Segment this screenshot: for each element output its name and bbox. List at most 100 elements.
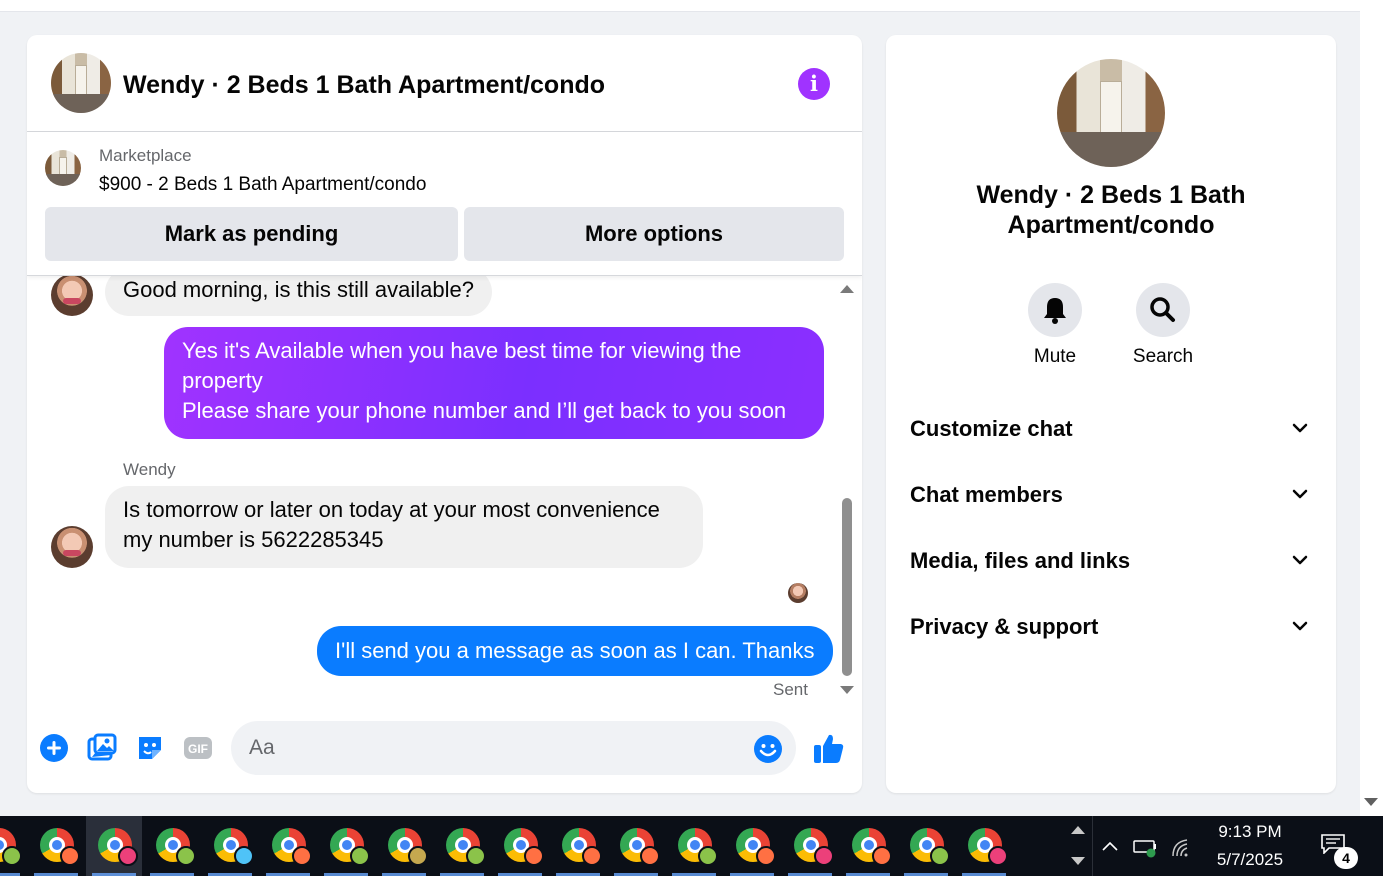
message-line: Please share your phone number and I’ll … xyxy=(182,398,787,423)
message-line: my number is 5622285345 xyxy=(123,527,384,552)
profile-badge-icon xyxy=(2,846,22,866)
section-label: Chat members xyxy=(910,482,1063,507)
search-button[interactable] xyxy=(1136,283,1190,337)
chevron-down-icon xyxy=(1292,621,1308,631)
profile-title[interactable]: Wendy · 2 Beds 1 Bath Apartment/condo xyxy=(926,180,1296,240)
chevron-down-icon xyxy=(1292,555,1308,565)
browser-top-edge xyxy=(0,0,1360,12)
profile-badge-icon xyxy=(640,846,660,866)
profile-badge-icon xyxy=(814,846,834,866)
taskbar-chrome-window[interactable] xyxy=(898,816,954,876)
mute-label: Mute xyxy=(1033,346,1077,367)
conversation-title[interactable]: Wendy · 2 Beds 1 Bath Apartment/condo xyxy=(123,71,605,100)
profile-badge-icon xyxy=(466,846,486,866)
taskbar-chrome-window[interactable] xyxy=(0,816,26,876)
page-scroll-down-arrow[interactable] xyxy=(1364,798,1378,806)
more-options-button[interactable]: More options xyxy=(464,207,844,261)
sender-name: Wendy xyxy=(123,460,176,479)
profile-badge-icon xyxy=(60,846,80,866)
profile-badge-icon xyxy=(524,846,544,866)
wifi-icon[interactable] xyxy=(1171,836,1195,858)
conversation-info-panel: Wendy · 2 Beds 1 Bath Apartment/condo Mu… xyxy=(886,35,1336,793)
taskbar-chrome-window[interactable] xyxy=(202,816,258,876)
profile-badge-icon xyxy=(292,846,312,866)
taskbar-scroll-up[interactable] xyxy=(1071,826,1085,834)
taskbar-chrome-window[interactable] xyxy=(434,816,490,876)
image-icon[interactable] xyxy=(87,733,117,763)
info-icon[interactable]: i xyxy=(798,68,830,100)
gif-icon[interactable]: GIF xyxy=(183,733,213,763)
sticker-icon[interactable] xyxy=(135,733,165,763)
chevron-down-icon xyxy=(1292,489,1308,499)
marketplace-label: Marketplace xyxy=(99,146,192,165)
listing-thumbnail[interactable] xyxy=(45,150,81,186)
media-files-links-section[interactable]: Media, files and links xyxy=(910,538,1314,582)
outgoing-message[interactable]: Yes it's Available when you have best ti… xyxy=(164,327,824,439)
profile-avatar[interactable] xyxy=(1057,59,1165,167)
taskbar-chrome-window[interactable] xyxy=(956,816,1012,876)
taskbar-chrome-window[interactable] xyxy=(608,816,664,876)
wendy-avatar[interactable] xyxy=(51,276,93,316)
taskbar-chrome-window[interactable] xyxy=(492,816,548,876)
taskbar-chrome-window[interactable] xyxy=(840,816,896,876)
listing-title[interactable]: $900 - 2 Beds 1 Bath Apartment/condo xyxy=(99,174,426,196)
emoji-icon[interactable] xyxy=(753,734,783,764)
taskbar-chrome-window[interactable] xyxy=(376,816,432,876)
taskbar-chrome-window[interactable] xyxy=(86,816,142,876)
clock-time[interactable]: 9:13 PM xyxy=(1202,822,1298,842)
thumbs-up-icon[interactable] xyxy=(812,731,846,765)
marketplace-banner: Marketplace $900 - 2 Beds 1 Bath Apartme… xyxy=(27,132,862,276)
chat-scrollbar-thumb[interactable] xyxy=(842,498,852,676)
chat-members-section[interactable]: Chat members xyxy=(910,472,1314,516)
chat-scroll-up-arrow[interactable] xyxy=(840,285,854,293)
profile-badge-icon xyxy=(582,846,602,866)
taskbar-chrome-window[interactable] xyxy=(144,816,200,876)
clock-date[interactable]: 5/7/2025 xyxy=(1202,850,1298,870)
seen-receipt-avatar xyxy=(788,583,808,603)
message-status: Sent xyxy=(773,680,808,699)
taskbar-chrome-window[interactable] xyxy=(28,816,84,876)
taskbar-scroll-down[interactable] xyxy=(1071,857,1085,865)
message-line: Yes it's Available when you have best ti… xyxy=(182,338,742,393)
taskbar-chrome-window[interactable] xyxy=(666,816,722,876)
profile-badge-icon xyxy=(176,846,196,866)
plus-circle-icon[interactable] xyxy=(39,733,69,763)
search-icon xyxy=(1150,297,1175,322)
profile-badge-icon xyxy=(698,846,718,866)
message-line: Is tomorrow or later on today at your mo… xyxy=(123,497,660,522)
customize-chat-section[interactable]: Customize chat xyxy=(910,406,1314,450)
svg-text:GIF: GIF xyxy=(188,742,208,756)
section-label: Media, files and links xyxy=(910,548,1131,573)
message-input[interactable] xyxy=(231,721,796,775)
taskbar-chrome-window[interactable] xyxy=(724,816,780,876)
message-list[interactable]: Good morning, is this still available? Y… xyxy=(27,276,862,702)
privacy-support-section[interactable]: Privacy & support xyxy=(910,604,1314,648)
profile-badge-icon xyxy=(408,846,428,866)
profile-badge-icon xyxy=(930,846,950,866)
message-composer: GIF xyxy=(27,715,862,785)
taskbar-chrome-window[interactable] xyxy=(318,816,374,876)
incoming-message[interactable]: Is tomorrow or later on today at your mo… xyxy=(105,486,703,568)
taskbar-chrome-window[interactable] xyxy=(260,816,316,876)
conversation-avatar[interactable] xyxy=(51,53,111,113)
profile-badge-icon xyxy=(118,846,138,866)
taskbar-chrome-window[interactable] xyxy=(782,816,838,876)
outgoing-message[interactable]: I'll send you a message as soon as I can… xyxy=(317,626,833,676)
taskbar-chrome-window[interactable] xyxy=(550,816,606,876)
page-scrollbar[interactable] xyxy=(1360,0,1383,816)
profile-badge-icon xyxy=(350,846,370,866)
wendy-avatar[interactable] xyxy=(51,526,93,568)
chat-header: Wendy · 2 Beds 1 Bath Apartment/condo i xyxy=(27,35,862,132)
notification-count-badge: 4 xyxy=(1334,847,1358,869)
bell-icon xyxy=(1044,298,1066,324)
chevron-up-icon[interactable] xyxy=(1101,840,1119,852)
chevron-down-icon xyxy=(1292,423,1308,433)
battery-icon[interactable] xyxy=(1133,838,1161,858)
mark-as-pending-button[interactable]: Mark as pending xyxy=(45,207,458,261)
section-label: Privacy & support xyxy=(910,614,1099,639)
chat-window: Wendy · 2 Beds 1 Bath Apartment/condo i … xyxy=(27,35,862,793)
chat-scroll-down-arrow[interactable] xyxy=(840,686,854,694)
incoming-message[interactable]: Good morning, is this still available? xyxy=(105,276,492,316)
mute-button[interactable] xyxy=(1028,283,1082,337)
profile-badge-icon xyxy=(872,846,892,866)
